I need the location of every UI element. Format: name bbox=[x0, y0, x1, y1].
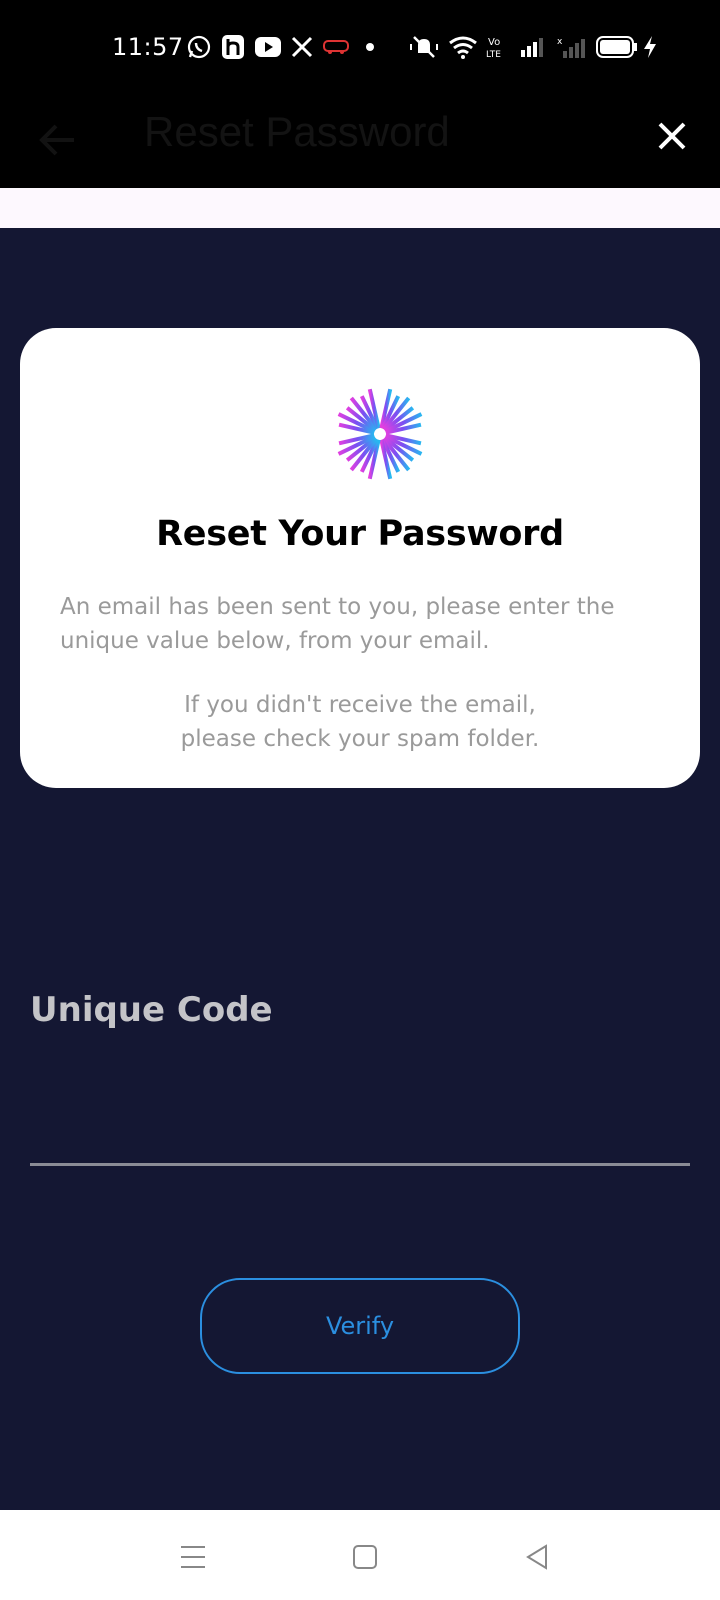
spam-note-line-2: please check your spam folder. bbox=[180, 726, 540, 752]
signal-2-icon: x bbox=[556, 34, 586, 60]
dot-icon bbox=[364, 34, 376, 60]
x-icon bbox=[290, 34, 314, 60]
volte-icon: Vo LTE bbox=[486, 34, 512, 60]
back-icon[interactable] bbox=[520, 1540, 554, 1574]
svg-text:Vo: Vo bbox=[488, 37, 500, 48]
whatsapp-icon bbox=[186, 34, 212, 60]
main-content: Reset Your Password An email has been se… bbox=[0, 228, 720, 1510]
app-bar: Reset Password bbox=[0, 96, 720, 188]
home-icon[interactable] bbox=[348, 1540, 382, 1574]
status-bar: 11:57 Vo LTE x bbox=[0, 0, 720, 96]
youtube-icon bbox=[254, 34, 282, 60]
svg-text:x: x bbox=[557, 37, 563, 47]
spam-note-line-1: If you didn't receive the email, bbox=[184, 692, 536, 718]
back-arrow-icon[interactable] bbox=[34, 116, 82, 164]
battery-icon bbox=[596, 34, 638, 60]
mute-vibrate-icon bbox=[408, 34, 440, 60]
wifi-icon bbox=[448, 34, 478, 60]
svg-text:LTE: LTE bbox=[486, 50, 501, 59]
system-nav-bar bbox=[0, 1510, 720, 1600]
menu-icon[interactable] bbox=[176, 1540, 210, 1574]
signal-icon bbox=[520, 34, 546, 60]
app-title: Reset Password bbox=[144, 108, 450, 155]
card-title: Reset Your Password bbox=[156, 514, 564, 554]
header-strip bbox=[0, 188, 720, 228]
brand-logo bbox=[334, 388, 426, 480]
info-card: Reset Your Password An email has been se… bbox=[20, 328, 700, 788]
bus-icon bbox=[322, 34, 350, 60]
unique-code-label: Unique Code bbox=[30, 990, 273, 1030]
charging-icon bbox=[642, 34, 658, 60]
h-app-icon bbox=[220, 34, 246, 60]
status-time: 11:57 bbox=[112, 33, 184, 61]
unique-code-input[interactable] bbox=[30, 1058, 690, 1166]
card-description: An email has been sent to you, please en… bbox=[60, 594, 615, 654]
close-icon[interactable] bbox=[648, 112, 696, 160]
verify-button[interactable]: Verify bbox=[200, 1278, 520, 1374]
spam-note: If you didn't receive the email, please … bbox=[20, 688, 700, 756]
